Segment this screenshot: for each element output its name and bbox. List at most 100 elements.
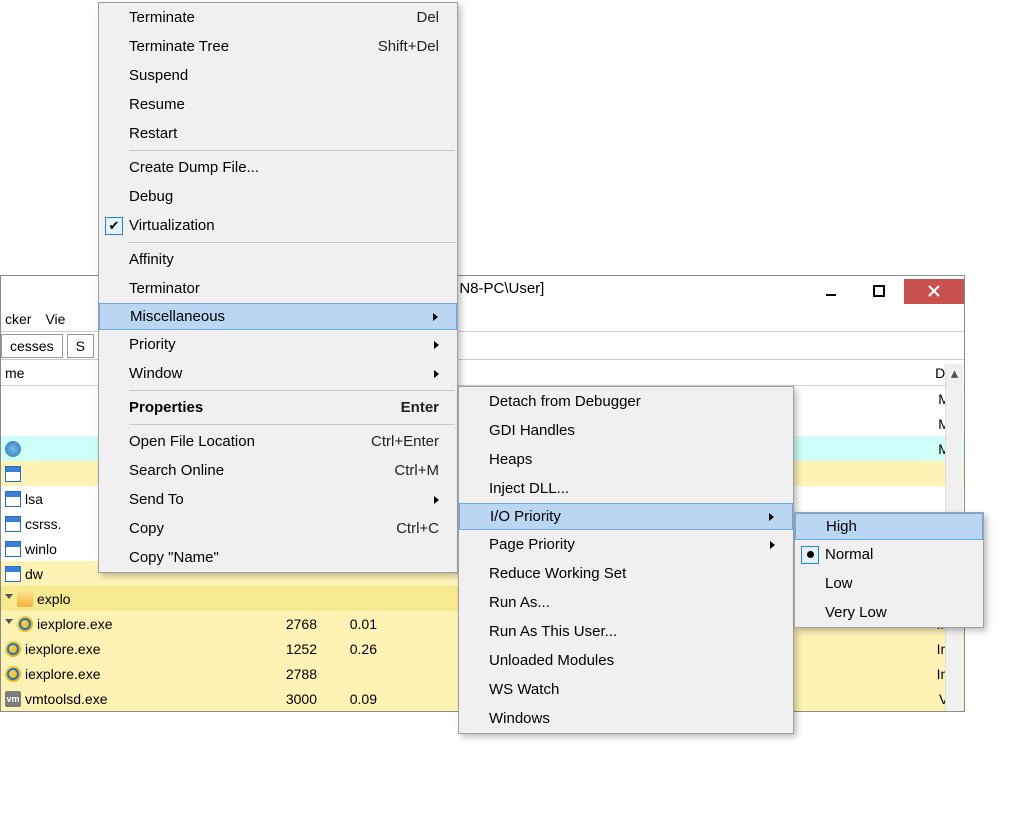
minimize-button[interactable] (808, 279, 854, 303)
menu-item-inject-dll[interactable]: Inject DLL... (459, 474, 793, 503)
menu-item-label: Run As... (489, 594, 775, 611)
menu-item-priority[interactable]: Priority (99, 330, 457, 359)
menu-hacker[interactable]: cker (5, 311, 31, 327)
menu-item-label: Resume (129, 96, 439, 113)
menu-shortcut: Ctrl+Enter (371, 433, 439, 450)
menu-item-miscellaneous[interactable]: Miscellaneous (99, 303, 457, 330)
menu-item-label: Heaps (489, 451, 775, 468)
menu-shortcut: Ctrl+M (394, 462, 439, 479)
menu-item-search-online[interactable]: Search OnlineCtrl+M (99, 456, 457, 485)
menu-item-terminate[interactable]: TerminateDel (99, 3, 457, 32)
menu-item-run-as-this-user[interactable]: Run As This User... (459, 617, 793, 646)
menu-item-normal[interactable]: Normal (795, 540, 983, 569)
check-icon: ✔ (105, 217, 123, 235)
process-icon (5, 641, 21, 657)
tab-s[interactable]: S (67, 334, 94, 358)
menu-item-restart[interactable]: Restart (99, 119, 457, 148)
menu-item-label: GDI Handles (489, 422, 775, 439)
menu-item-resume[interactable]: Resume (99, 90, 457, 119)
menu-item-detach-from-debugger[interactable]: Detach from Debugger (459, 387, 793, 416)
menu-separator (129, 242, 455, 243)
menu-item-affinity[interactable]: Affinity (99, 245, 457, 274)
menu-item-label: Run As This User... (489, 623, 775, 640)
radio-icon (801, 546, 819, 564)
menu-item-label: Affinity (129, 251, 439, 268)
menu-item-label: Terminate Tree (129, 38, 354, 55)
process-icon (5, 541, 21, 557)
menu-item-debug[interactable]: Debug (99, 182, 457, 211)
menu-item-ws-watch[interactable]: WS Watch (459, 675, 793, 704)
process-name: vmtoolsd.exe (25, 691, 107, 707)
menu-item-windows[interactable]: Windows (459, 704, 793, 733)
process-icon (5, 666, 21, 682)
cell-cpu: 0.01 (321, 616, 381, 632)
cell-pid: 2768 (261, 616, 321, 632)
process-name: csrss. (25, 516, 62, 532)
menu-item-label: Copy "Name" (129, 549, 439, 566)
menu-item-run-as[interactable]: Run As... (459, 588, 793, 617)
process-icon (5, 466, 21, 482)
menu-item-label: Inject DLL... (489, 480, 775, 497)
menu-view[interactable]: Vie (45, 311, 65, 327)
menu-item-send-to[interactable]: Send To (99, 485, 457, 514)
process-name: explo (37, 591, 70, 607)
expand-icon[interactable] (5, 619, 13, 628)
menu-item-label: Windows (489, 710, 775, 727)
maximize-button[interactable] (856, 279, 902, 303)
process-icon (17, 616, 33, 632)
menu-item-suspend[interactable]: Suspend (99, 61, 457, 90)
menu-item-create-dump-file[interactable]: Create Dump File... (99, 153, 457, 182)
menu-item-low[interactable]: Low (795, 569, 983, 598)
context-menu-main: TerminateDelTerminate TreeShift+Del Suspe… (98, 2, 458, 573)
process-name: iexplore.exe (25, 641, 101, 657)
menu-item-label: Create Dump File... (129, 159, 439, 176)
menu-item-virtualization[interactable]: ✔ Virtualization (99, 211, 457, 240)
process-icon (5, 441, 21, 457)
expand-icon[interactable] (5, 594, 13, 603)
menu-separator (129, 390, 455, 391)
menu-item-i-o-priority[interactable]: I/O Priority (459, 503, 793, 530)
menu-item-label: Unloaded Modules (489, 652, 775, 669)
process-icon (17, 591, 33, 607)
menu-separator (129, 150, 455, 151)
scroll-up-icon[interactable]: ▴ (946, 364, 963, 382)
menu-item-label: WS Watch (489, 681, 775, 698)
menu-item-label: Restart (129, 125, 439, 142)
menu-item-heaps[interactable]: Heaps (459, 445, 793, 474)
process-icon (5, 566, 21, 582)
menu-item-open-file-location[interactable]: Open File LocationCtrl+Enter (99, 427, 457, 456)
chevron-right-icon (434, 341, 439, 349)
menu-item-properties[interactable]: PropertiesEnter (99, 393, 457, 422)
menu-item-label: Debug (129, 188, 439, 205)
menu-item-label: Send To (129, 491, 426, 508)
menu-item-label: Page Priority (489, 536, 762, 553)
menu-item-terminate-tree[interactable]: Terminate TreeShift+Del (99, 32, 457, 61)
menu-item-unloaded-modules[interactable]: Unloaded Modules (459, 646, 793, 675)
menu-item-terminator[interactable]: Terminator (99, 274, 457, 303)
context-menu-misc: Detach from Debugger GDI Handles Heaps Inje… (458, 386, 794, 734)
menu-item-label: Suspend (129, 67, 439, 84)
cell-pid: 3000 (261, 691, 321, 707)
menu-item-very-low[interactable]: Very Low (795, 598, 983, 627)
tab-processes[interactable]: cesses (1, 334, 63, 358)
cell-pid: 1252 (261, 641, 321, 657)
menu-shortcut: Enter (401, 399, 439, 416)
menu-shortcut: Del (416, 9, 439, 26)
process-icon (5, 516, 21, 532)
menu-item-high[interactable]: High (795, 513, 983, 540)
menu-item-copy-name[interactable]: Copy "Name" (99, 543, 457, 572)
menu-item-label: High (826, 518, 964, 535)
menu-item-label: I/O Priority (490, 508, 761, 525)
menu-item-gdi-handles[interactable]: GDI Handles (459, 416, 793, 445)
context-menu-io: High NormalLowVery Low (794, 512, 984, 628)
process-name: winlo (25, 541, 57, 557)
close-button[interactable] (904, 279, 964, 304)
menu-item-label: Virtualization (129, 217, 439, 234)
menu-separator (129, 424, 455, 425)
menu-item-page-priority[interactable]: Page Priority (459, 530, 793, 559)
menu-item-reduce-working-set[interactable]: Reduce Working Set (459, 559, 793, 588)
cell-cpu: 0.09 (321, 691, 381, 707)
menu-item-label: Reduce Working Set (489, 565, 775, 582)
menu-item-window[interactable]: Window (99, 359, 457, 388)
menu-item-copy[interactable]: CopyCtrl+C (99, 514, 457, 543)
